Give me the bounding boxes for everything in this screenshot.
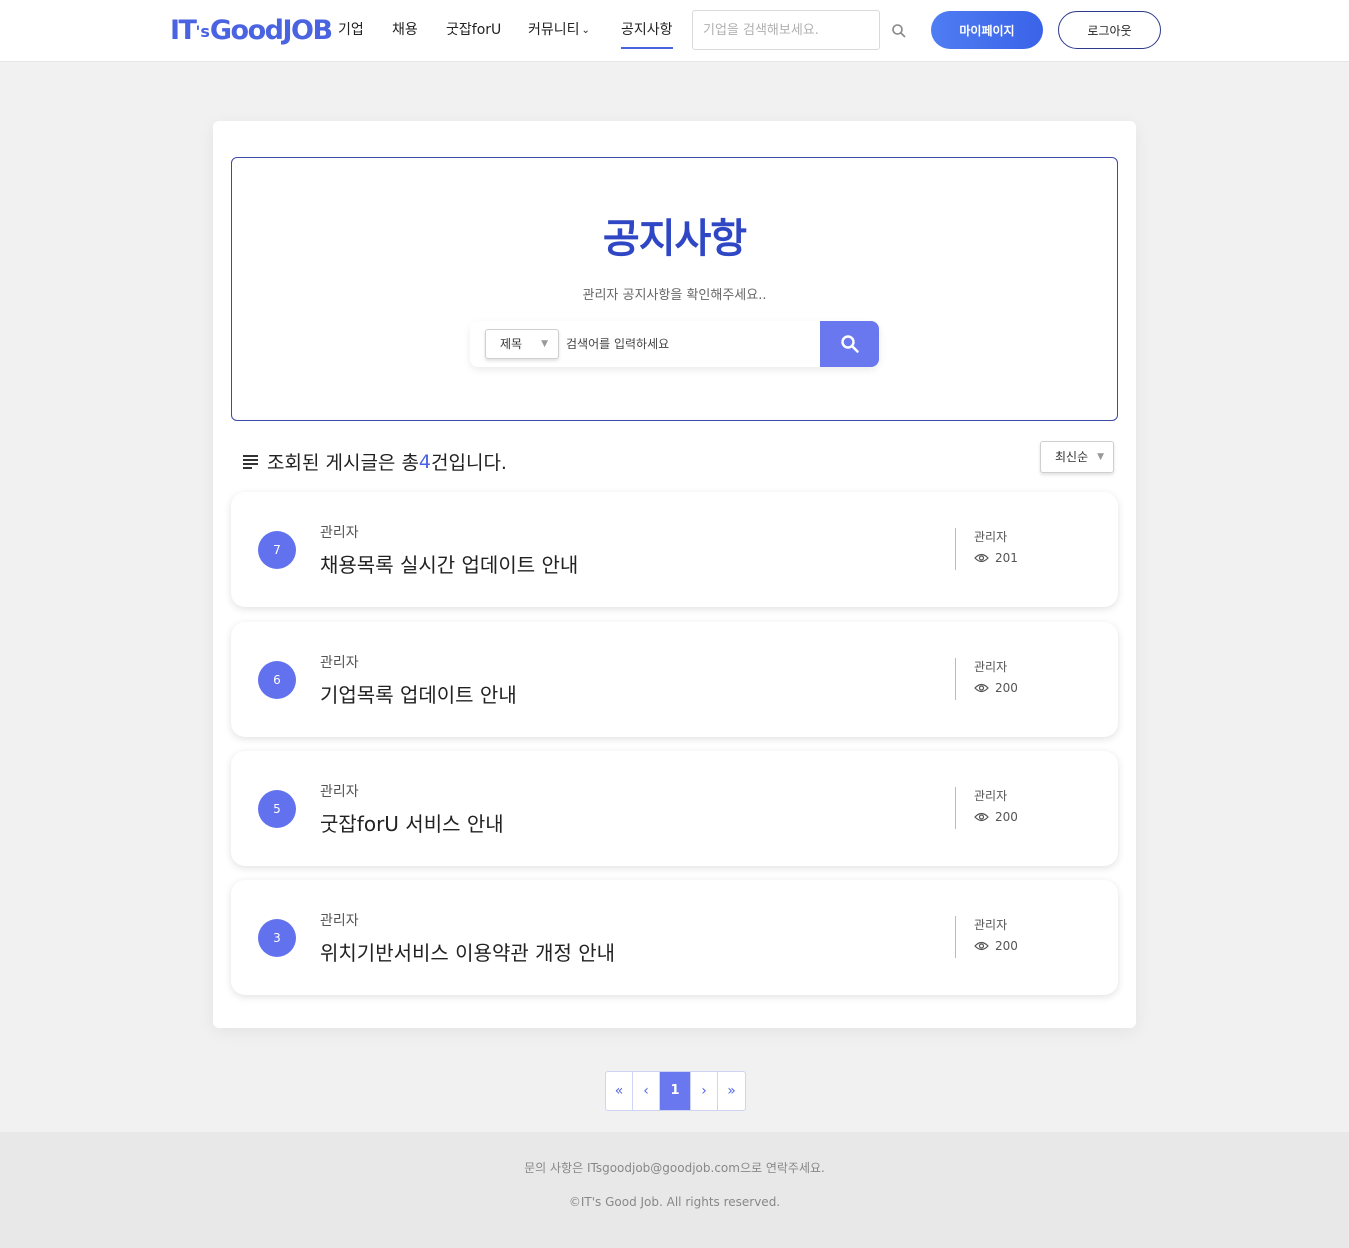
nav-item-goodjob-foru[interactable]: 굿잡forU [446,20,501,40]
post-title[interactable]: 굿잡forU 서비스 안내 [320,808,504,837]
logo-main: IT [170,15,197,46]
company-search-input[interactable] [692,10,880,50]
footer-copyright: ©IT's Good Job. All rights reserved. [568,1195,781,1209]
post-author: 관리자 [320,525,359,541]
post-title[interactable]: 기업목록 업데이트 안내 [320,679,517,708]
post-views-count: 201 [995,551,1018,565]
notice-search-bar: 제목 ▼ [470,321,879,367]
post-meta: 관리자 200 [955,916,1018,958]
post-author: 관리자 [320,913,359,929]
eye-icon [974,941,989,951]
top-header: IT'sGoodJOB 기업 채용 굿잡forU 커뮤니티⌄ 공지사항 마이페이… [0,0,1349,62]
post-meta-author: 관리자 [974,789,1008,803]
first-page-button[interactable]: « [606,1072,633,1110]
post-number-badge: 7 [258,531,296,569]
current-page-button[interactable]: 1 [660,1072,691,1110]
nav-item-community[interactable]: 커뮤니티 ⌄ [528,20,590,41]
list-icon [243,454,258,469]
post-views-count: 200 [995,939,1018,953]
sort-select-value: 최신순 [1055,450,1089,464]
post-views: 201 [974,549,1018,567]
next-page-button[interactable]: › [691,1072,718,1110]
notice-hero: 공지사항 관리자 공지사항을 확인해주세요.. 제목 ▼ [231,157,1118,421]
footer-contact: 문의 사항은 ITsgoodjob@goodjob.com으로 연락주세요. [524,1161,825,1175]
post-views-count: 200 [995,681,1018,695]
search-field-select[interactable]: 제목 ▼ [485,329,559,359]
notice-post[interactable]: 6 관리자 기업목록 업데이트 안내 관리자 200 [231,622,1118,737]
result-count-suffix: 건입니다. [431,452,507,474]
post-meta-author: 관리자 [974,918,1008,932]
post-number-badge: 5 [258,790,296,828]
post-meta: 관리자 200 [955,658,1018,700]
site-footer: 문의 사항은 ITsgoodjob@goodjob.com으로 연락주세요. ©… [0,1132,1349,1248]
sort-select[interactable]: 최신순 ▼ [1040,441,1114,473]
chevron-down-icon: ⌄ [581,25,590,36]
post-title[interactable]: 위치기반서비스 이용약관 개정 안내 [320,937,615,966]
post-meta: 관리자 200 [955,787,1018,829]
notice-post[interactable]: 5 관리자 굿잡forU 서비스 안내 관리자 200 [231,751,1118,866]
page-title: 공지사항 [602,216,747,262]
eye-icon [974,683,989,693]
nav-item-company[interactable]: 기업 [338,20,364,40]
post-meta-author: 관리자 [974,660,1008,674]
notice-post[interactable]: 7 관리자 채용목록 실시간 업데이트 안내 관리자 201 [231,492,1118,607]
post-views: 200 [974,937,1018,955]
logo-small: 's [195,22,210,41]
nav-item-jobs[interactable]: 채용 [392,20,418,40]
result-count-number: 4 [418,450,432,473]
search-icon [841,335,859,353]
notice-post[interactable]: 3 관리자 위치기반서비스 이용약관 개정 안내 관리자 200 [231,880,1118,995]
dropdown-arrow-icon: ▼ [541,339,548,349]
post-views: 200 [974,808,1018,826]
post-title[interactable]: 채용목록 실시간 업데이트 안내 [320,549,578,578]
prev-page-button[interactable]: ‹ [633,1072,660,1110]
notice-search-input[interactable] [566,329,816,359]
page-subtitle: 관리자 공지사항을 확인해주세요.. [582,288,767,303]
nav-item-notice[interactable]: 공지사항 [621,20,673,49]
dropdown-arrow-icon: ▼ [1097,452,1104,462]
post-author: 관리자 [320,655,359,671]
post-author: 관리자 [320,784,359,800]
post-views: 200 [974,679,1018,697]
nav-item-community-label: 커뮤니티 [528,22,580,38]
result-count: 조회된 게시글은 총 4 건입니다. [243,448,507,475]
post-meta: 관리자 201 [955,528,1018,570]
post-views-count: 200 [995,810,1018,824]
post-number-badge: 3 [258,919,296,957]
logo-tail: GoodJOB [209,15,333,46]
mypage-button[interactable]: 마이페이지 [931,11,1043,49]
site-logo[interactable]: IT'sGoodJOB [170,14,333,48]
search-field-value: 제목 [500,337,523,351]
post-number-badge: 6 [258,661,296,699]
notice-search-button[interactable] [820,321,879,367]
eye-icon [974,812,989,822]
pagination: « ‹ 1 › » [605,1071,746,1111]
post-meta-author: 관리자 [974,530,1008,544]
result-count-prefix: 조회된 게시글은 총 [267,452,419,474]
notice-card: 공지사항 관리자 공지사항을 확인해주세요.. 제목 ▼ 조회된 게시글은 총 … [213,121,1136,1028]
search-icon[interactable] [891,23,907,39]
last-page-button[interactable]: » [718,1072,745,1110]
logout-button[interactable]: 로그아웃 [1058,11,1161,49]
eye-icon [974,553,989,563]
